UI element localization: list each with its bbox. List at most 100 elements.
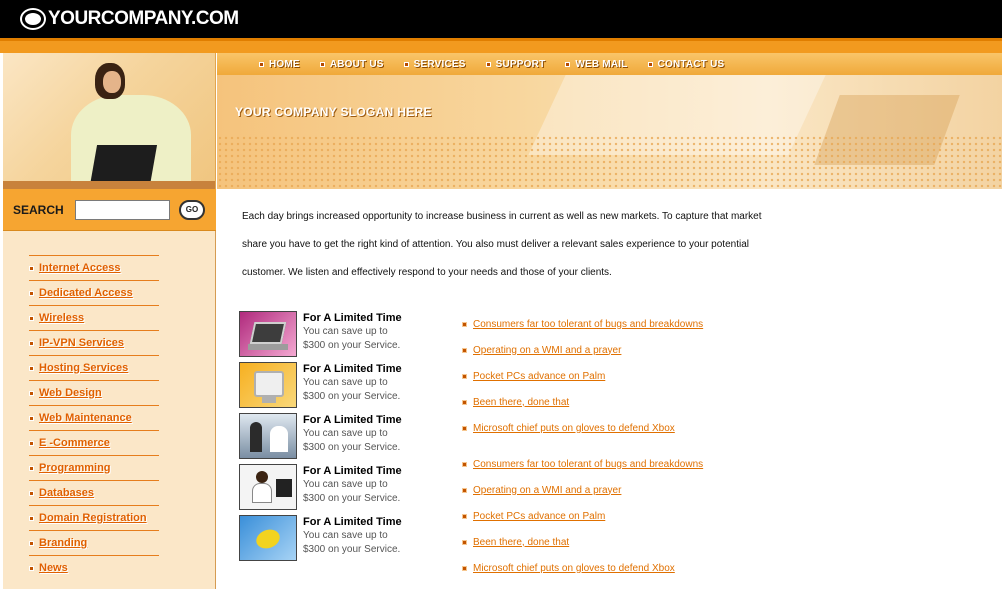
promo-line: $300 on your Service. <box>303 493 401 504</box>
nav-contact-us[interactable]: CONTACT US <box>647 58 725 70</box>
news-link[interactable]: Consumers far too tolerant of bugs and b… <box>473 459 703 470</box>
sidebar-item-label: Branding <box>39 537 88 549</box>
sidebar-item-label: Hosting Services <box>39 362 129 374</box>
square-bullet-icon <box>29 490 34 496</box>
news-link[interactable]: Consumers far too tolerant of bugs and b… <box>473 319 703 330</box>
square-bullet-icon <box>485 61 491 67</box>
header-accent-bar <box>0 38 1002 53</box>
logo-text: YOURCOMPANY.COM <box>48 8 239 29</box>
promo-item[interactable]: For A Limited Time You can save up to $3… <box>239 311 449 362</box>
square-bullet-icon <box>29 565 34 571</box>
square-bullet-icon <box>29 265 34 271</box>
promo-line: You can save up to <box>303 530 388 541</box>
news-item: Been there, done that <box>462 389 762 415</box>
laptop-icon <box>239 311 297 357</box>
promo-line: You can save up to <box>303 326 388 337</box>
promo-line: $300 on your Service. <box>303 340 401 351</box>
sidebar-menu: Internet Access Dedicated Access Wireles… <box>29 255 159 580</box>
square-bullet-icon <box>462 373 467 379</box>
square-bullet-icon <box>462 399 467 405</box>
news-link[interactable]: Pocket PCs advance on Palm <box>473 371 605 382</box>
desk <box>3 181 215 189</box>
nav-home[interactable]: HOME <box>259 59 300 70</box>
promo-line: You can save up to <box>303 479 388 490</box>
company-logo[interactable]: YOURCOMPANY.COM <box>20 7 239 31</box>
nav-services[interactable]: SERVICES <box>403 58 466 70</box>
logo-oval-icon <box>20 8 46 30</box>
sidebar-item-label: Dedicated Access <box>39 287 133 299</box>
news-link[interactable]: Been there, done that <box>473 537 569 548</box>
sidebar-item-web-design[interactable]: Web Design <box>29 380 159 405</box>
square-bullet-icon <box>29 340 34 346</box>
sidebar-item-label: Programming <box>39 462 111 474</box>
nav-web-mail[interactable]: WEB MAIL <box>565 59 627 70</box>
news-link[interactable]: Microsoft chief puts on gloves to defend… <box>473 423 675 434</box>
sidebar-item-dedicated-access[interactable]: Dedicated Access <box>29 280 159 305</box>
square-bullet-icon <box>462 347 467 353</box>
sidebar-item-internet-access[interactable]: Internet Access <box>29 255 159 280</box>
square-bullet-icon <box>29 465 34 471</box>
sidebar-item-branding[interactable]: Branding <box>29 530 159 555</box>
woman-face <box>103 71 121 93</box>
promo-heading: For A Limited Time <box>303 516 402 528</box>
news-item: Microsoft chief puts on gloves to defend… <box>462 415 762 441</box>
sidebar-item-programming[interactable]: Programming <box>29 455 159 480</box>
promo-list: For A Limited Time You can save up to $3… <box>239 311 449 566</box>
news-link[interactable]: Microsoft chief puts on gloves to defend… <box>473 563 675 574</box>
news-item: Operating on a WMI and a prayer <box>462 477 762 503</box>
main-content: Each day brings increased opportunity to… <box>217 189 1002 589</box>
sidebar-item-label: Domain Registration <box>39 512 147 524</box>
square-bullet-icon <box>462 487 467 493</box>
woman-computer-icon <box>239 464 297 510</box>
news-link[interactable]: Pocket PCs advance on Palm <box>473 511 605 522</box>
square-bullet-icon <box>462 425 467 431</box>
square-bullet-icon <box>29 290 34 296</box>
nav-about-us[interactable]: ABOUT US <box>319 59 384 70</box>
top-header: YOURCOMPANY.COM <box>0 0 1002 38</box>
promo-item[interactable]: For A Limited Time You can save up to $3… <box>239 413 449 464</box>
square-bullet-icon <box>29 540 34 546</box>
promo-item[interactable]: For A Limited Time You can save up to $3… <box>239 464 449 515</box>
sidebar-item-databases[interactable]: Databases <box>29 480 159 505</box>
nav-label: WEB MAIL <box>575 58 628 70</box>
promo-line: You can save up to <box>303 428 388 439</box>
square-bullet-icon <box>29 365 34 371</box>
search-go-button[interactable]: GO <box>179 199 205 220</box>
news-item: Consumers far too tolerant of bugs and b… <box>462 451 762 477</box>
sidebar-item-label: E -Commerce <box>39 437 110 449</box>
nav-label: SUPPORT <box>495 58 546 70</box>
square-bullet-icon <box>647 61 653 67</box>
nav-label: CONTACT US <box>657 58 725 70</box>
square-bullet-icon <box>565 61 571 67</box>
promo-line: You can save up to <box>303 377 388 388</box>
sidebar-item-wireless[interactable]: Wireless <box>29 305 159 330</box>
square-bullet-icon <box>29 315 34 321</box>
news-link[interactable]: Operating on a WMI and a prayer <box>473 485 621 496</box>
square-bullet-icon <box>403 61 409 67</box>
sidebar-item-web-maintenance[interactable]: Web Maintenance <box>29 405 159 430</box>
promo-item[interactable]: For A Limited Time You can save up to $3… <box>239 515 449 566</box>
news-link[interactable]: Been there, done that <box>473 397 569 408</box>
mouse-icon <box>239 515 297 561</box>
search-input[interactable] <box>75 199 170 220</box>
square-bullet-icon <box>29 390 34 396</box>
sidebar: Internet Access Dedicated Access Wireles… <box>3 231 216 589</box>
promo-line: $300 on your Service. <box>303 391 401 402</box>
sidebar-item-hosting-services[interactable]: Hosting Services <box>29 355 159 380</box>
sidebar-item-domain-registration[interactable]: Domain Registration <box>29 505 159 530</box>
intro-paragraph: Each day brings increased opportunity to… <box>242 211 762 278</box>
promo-line: $300 on your Service. <box>303 544 401 555</box>
main-nav: HOME ABOUT US SERVICES SUPPORT WEB MAIL … <box>217 53 1002 75</box>
square-bullet-icon <box>29 415 34 421</box>
sidebar-item-label: Databases <box>39 487 95 499</box>
promo-heading: For A Limited Time <box>303 414 402 426</box>
nav-label: SERVICES <box>413 58 466 70</box>
sidebar-item-ip-vpn-services[interactable]: IP-VPN Services <box>29 330 159 355</box>
news-link[interactable]: Operating on a WMI and a prayer <box>473 345 621 356</box>
sidebar-item-news[interactable]: News <box>29 555 159 580</box>
promo-item[interactable]: For A Limited Time You can save up to $3… <box>239 362 449 413</box>
sidebar-item-e-commerce[interactable]: E -Commerce <box>29 430 159 455</box>
news-item: Been there, done that <box>462 529 762 555</box>
nav-support[interactable]: SUPPORT <box>485 58 546 70</box>
news-item: Pocket PCs advance on Palm <box>462 503 762 529</box>
